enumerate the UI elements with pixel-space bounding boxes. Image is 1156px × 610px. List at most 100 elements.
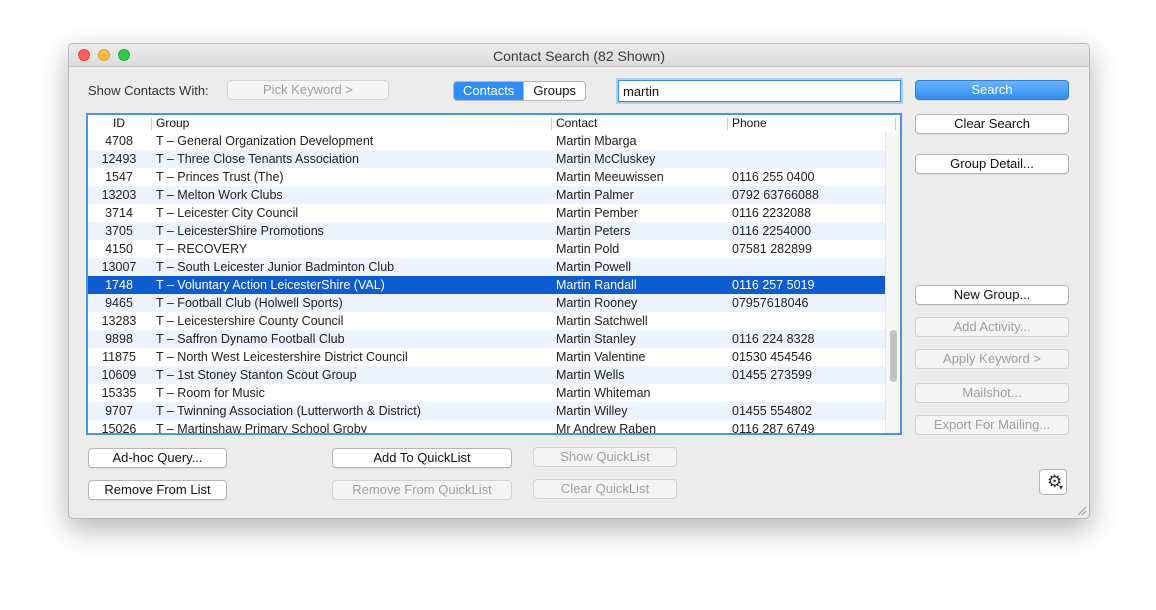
cell-contact: Martin Pember [556,206,638,220]
segment-contacts[interactable]: Contacts [454,82,524,100]
remove-from-quicklist-button[interactable]: Remove From QuickList [332,480,512,500]
cell-contact: Martin Peters [556,224,631,238]
cell-phone: 07957618046 [732,296,809,310]
table-row[interactable]: 13007 T – South Leicester Junior Badminto… [88,258,888,276]
cell-group: T – North West Leicestershire District C… [156,350,408,364]
table-body: 4708 T – General Organization Development… [88,132,888,435]
group-detail-button[interactable]: Group Detail... [915,154,1069,174]
cell-id: 11875 [102,350,136,364]
cell-group: T – Leicester City Council [156,206,299,220]
cell-contact: Martin Valentine [556,350,646,364]
table-row[interactable]: 4150 T – RECOVERY Martin Pold 07581 282899 [88,240,888,258]
window-title: Contact Search (82 Shown) [493,48,665,64]
table-row[interactable]: 13203 T – Melton Work Clubs Martin Palmer 0… [88,186,888,204]
search-button[interactable]: Search [915,80,1069,100]
cell-group: T – Princes Trust (The) [156,170,284,184]
column-header-group[interactable]: Group [156,116,189,130]
cell-group: T – 1st Stoney Stanton Scout Group [156,368,357,382]
export-for-mailing-button[interactable]: Export For Mailing... [915,415,1069,435]
cell-contact: Martin McCluskey [556,152,656,166]
table-row[interactable]: 15026 T – Martinshaw Primary School Groby… [88,420,888,435]
vertical-scrollbar[interactable] [885,132,900,433]
remove-from-list-button[interactable]: Remove From List [88,480,227,500]
column-divider [151,117,152,130]
cell-contact: Martin Mbarga [556,134,637,148]
cell-group: T – Leicestershire County Council [156,314,344,328]
column-divider [551,117,552,130]
cell-contact: Martin Satchwell [556,314,648,328]
title-bar: Contact Search (82 Shown) [69,44,1089,67]
cell-phone: 0792 63766088 [732,188,819,202]
cell-id: 3714 [105,206,133,220]
cell-id: 9898 [105,332,133,346]
search-input[interactable] [619,81,900,101]
cell-id: 13283 [101,314,137,328]
column-header-contact[interactable]: Contact [556,116,597,130]
resize-grip-icon[interactable] [1077,506,1087,516]
cell-phone: 01455 554802 [732,404,812,418]
column-header-id[interactable]: ID [88,116,150,130]
cell-group: T – General Organization Development [156,134,374,148]
cell-contact: Martin Powell [556,260,632,274]
new-group-button[interactable]: New Group... [915,285,1069,305]
pick-keyword-button[interactable]: Pick Keyword > [227,80,389,100]
segment-groups[interactable]: Groups [523,82,585,100]
cell-group: T – LeicesterShire Promotions [156,224,324,238]
cell-group: T – Room for Music [156,386,265,400]
cell-group: T – South Leicester Junior Badminton Clu… [156,260,395,274]
table-row[interactable]: 1547 T – Princes Trust (The) Martin Meeuwi… [88,168,888,186]
cell-id: 1748 [105,278,133,292]
clear-quicklist-button[interactable]: Clear QuickList [533,479,677,499]
table-row[interactable]: 15335 T – Room for Music Martin Whiteman [88,384,888,402]
table-row[interactable]: 9707 T – Twinning Association (Lutterwort… [88,402,888,420]
table-row[interactable]: 12493 T – Three Close Tenants Association… [88,150,888,168]
cell-group: T – Twinning Association (Lutterworth & … [156,404,421,418]
cell-id: 13203 [101,188,137,202]
cell-contact: Martin Willey [556,404,628,418]
column-divider [895,117,896,130]
table-header: ID Group Contact Phone [88,115,896,133]
cell-phone: 0116 257 5019 [732,278,815,292]
cell-contact: Martin Stanley [556,332,636,346]
cell-group: T – RECOVERY [156,242,248,256]
table-row[interactable]: 4708 T – General Organization Development… [88,132,888,150]
table-row[interactable]: 1748 T – Voluntary Action LeicesterShire … [88,276,888,294]
contacts-groups-segmented-control: Contacts Groups [453,81,586,101]
cell-contact: Martin Whiteman [556,386,651,400]
cell-phone: 0116 287 6749 [732,422,815,435]
scrollbar-thumb[interactable] [890,330,897,382]
contact-search-window: Contact Search (82 Shown) Show Contacts … [68,43,1090,519]
table-row[interactable]: 3705 T – LeicesterShire Promotions Martin … [88,222,888,240]
cell-id: 10609 [101,368,137,382]
add-to-quicklist-button[interactable]: Add To QuickList [332,448,512,468]
contacts-table: ID Group Contact Phone 4708 T – General O… [86,113,902,435]
show-contacts-label: Show Contacts With: [88,83,209,98]
cell-id: 3705 [105,224,133,238]
cell-group: T – Melton Work Clubs [156,188,283,202]
add-activity-button[interactable]: Add Activity... [915,317,1069,337]
cell-phone: 0116 255 0400 [732,170,815,184]
column-divider [727,117,728,130]
show-quicklist-button[interactable]: Show QuickList [533,447,677,467]
table-row[interactable]: 10609 T – 1st Stoney Stanton Scout Group M… [88,366,888,384]
table-row[interactable]: 9465 T – Football Club (Holwell Sports) Ma… [88,294,888,312]
clear-search-button[interactable]: Clear Search [915,114,1069,134]
cell-id: 4150 [105,242,133,256]
mailshot-button[interactable]: Mailshot... [915,383,1069,403]
table-row[interactable]: 9898 T – Saffron Dynamo Football Club Mart… [88,330,888,348]
apply-keyword-button[interactable]: Apply Keyword > [915,349,1069,369]
action-menu-button[interactable]: ⚙ ▾ [1039,469,1067,495]
cell-phone: 0116 2232088 [732,206,812,220]
table-row[interactable]: 3714 T – Leicester City Council Martin Pem… [88,204,888,222]
table-row[interactable]: 11875 T – North West Leicestershire Distr… [88,348,888,366]
cell-phone: 01530 454546 [732,350,812,364]
column-header-phone[interactable]: Phone [732,116,767,130]
cell-contact: Martin Randall [556,278,637,292]
cell-contact: Martin Meeuwissen [556,170,664,184]
table-row[interactable]: 13283 T – Leicestershire County Council Ma… [88,312,888,330]
cell-contact: Martin Palmer [556,188,634,202]
cell-id: 12493 [101,152,137,166]
cell-id: 15335 [101,386,137,400]
chevron-down-icon: ▾ [1059,483,1064,492]
adhoc-query-button[interactable]: Ad-hoc Query... [88,448,227,468]
